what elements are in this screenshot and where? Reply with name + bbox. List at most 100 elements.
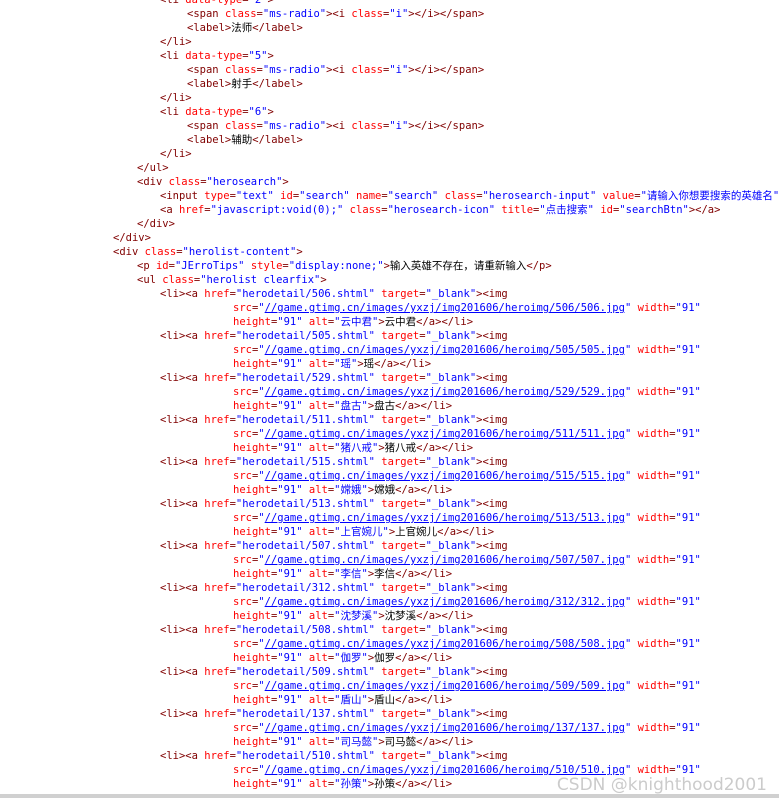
attr-name-token: width xyxy=(637,680,670,692)
attr-value-token: "herodetail/513.shtml" xyxy=(235,498,382,510)
attr-value-token: "91" xyxy=(675,680,701,692)
attr-value-token: "herolist-content" xyxy=(182,246,297,258)
text-token: 云中君 xyxy=(384,316,417,328)
source-line: <label>法师</label> xyxy=(0,21,779,35)
attr-name-token: data-type xyxy=(185,50,243,62)
attr-value-token: "searchBtn" xyxy=(619,204,689,216)
text-token: 嫦娥 xyxy=(374,484,396,496)
attr-name-token: href xyxy=(204,666,230,678)
attr-value-token: "herodetail/507.shtml" xyxy=(235,540,382,552)
attr-name-token: href xyxy=(204,414,230,426)
link-token[interactable]: //game.gtimg.cn/images/yxzj/img201606/he… xyxy=(265,638,625,650)
attr-value-token: " xyxy=(624,596,638,608)
attr-value-token: "孙策" xyxy=(334,778,368,790)
attr-name-token: id xyxy=(600,204,613,216)
attr-value-token: "91" xyxy=(277,568,309,580)
tag-token: <li><a xyxy=(160,666,205,678)
text-token: 李信 xyxy=(374,568,396,580)
attr-value-token: "_blank" xyxy=(425,456,477,468)
tag-token: <li><a xyxy=(160,414,205,426)
attr-value-token: "请输入你想要搜索的英雄名" xyxy=(640,190,779,202)
link-token[interactable]: //game.gtimg.cn/images/yxzj/img201606/he… xyxy=(265,302,625,314)
link-token[interactable]: //game.gtimg.cn/images/yxzj/img201606/he… xyxy=(265,680,625,692)
tag-token: <li><a xyxy=(160,582,205,594)
attr-value-token: "i" xyxy=(389,64,409,76)
tag-token: <span xyxy=(187,64,225,76)
link-token[interactable]: //game.gtimg.cn/images/yxzj/img201606/he… xyxy=(265,554,625,566)
attr-value-token: "JErroTips" xyxy=(174,260,251,272)
attr-name-token: href xyxy=(204,330,230,342)
link-token[interactable]: //game.gtimg.cn/images/yxzj/img201606/he… xyxy=(265,344,625,356)
source-line: <li><a href="herodetail/511.shtml" targe… xyxy=(0,413,779,427)
attr-value-token: "91" xyxy=(277,736,309,748)
source-line: <label>辅助</label> xyxy=(0,133,779,147)
attr-name-token: alt xyxy=(308,316,328,328)
attr-value-token: "search" xyxy=(387,190,445,202)
tag-token: <li><a xyxy=(160,288,205,300)
tag-token: </li> xyxy=(160,36,192,48)
attr-name-token: width xyxy=(637,596,670,608)
link-token[interactable]: //game.gtimg.cn/images/yxzj/img201606/he… xyxy=(265,428,625,440)
text-token: 孙策 xyxy=(374,778,396,790)
source-line: height="91" alt="猪八戒">猪八戒</a></li> xyxy=(0,441,779,455)
attr-name-token: src xyxy=(233,512,252,524)
tag-token: > xyxy=(267,50,274,62)
tag-token: > xyxy=(267,106,274,118)
source-line: src="//game.gtimg.cn/images/yxzj/img2016… xyxy=(0,343,779,357)
attr-name-token: class xyxy=(162,274,194,286)
attr-name-token: target xyxy=(381,330,420,342)
attr-name-token: href xyxy=(178,204,205,216)
attr-name-token: href xyxy=(204,288,230,300)
tag-token: </a></li> xyxy=(395,400,453,412)
link-token[interactable]: //game.gtimg.cn/images/yxzj/img201606/he… xyxy=(265,386,625,398)
link-token[interactable]: //game.gtimg.cn/images/yxzj/img201606/he… xyxy=(265,470,625,482)
attr-name-token: alt xyxy=(308,484,328,496)
source-line: <li><a href="herodetail/509.shtml" targe… xyxy=(0,665,779,679)
attr-value-token: "91" xyxy=(277,610,309,622)
attr-value-token: "herosearch-icon" xyxy=(387,204,502,216)
link-token[interactable]: //game.gtimg.cn/images/yxzj/img201606/he… xyxy=(265,764,625,776)
attr-name-token: alt xyxy=(308,610,328,622)
tag-token: </li> xyxy=(160,92,192,104)
attr-value-token: "ms-radio" xyxy=(262,64,327,76)
attr-value-token: "91" xyxy=(675,428,701,440)
tag-token: </a></li> xyxy=(374,358,432,370)
tag-token: ></i></span> xyxy=(408,64,485,76)
attr-value-token: "沈梦溪" xyxy=(334,610,379,622)
source-line: height="91" alt="云中君">云中君</a></li> xyxy=(0,315,779,329)
tag-token: ><img xyxy=(476,414,508,426)
link-token[interactable]: //game.gtimg.cn/images/yxzj/img201606/he… xyxy=(265,722,625,734)
source-line: src="//game.gtimg.cn/images/yxzj/img2016… xyxy=(0,637,779,651)
attr-value-token: "上官婉儿" xyxy=(334,526,389,538)
source-line: src="//game.gtimg.cn/images/yxzj/img2016… xyxy=(0,721,779,735)
link-token[interactable]: //game.gtimg.cn/images/yxzj/img201606/he… xyxy=(265,596,625,608)
tag-token: <div xyxy=(113,246,145,258)
link-token[interactable]: //game.gtimg.cn/images/yxzj/img201606/he… xyxy=(265,512,625,524)
attr-value-token: "herodetail/515.shtml" xyxy=(235,456,382,468)
tag-token: ><i xyxy=(326,120,352,132)
attr-name-token: height xyxy=(233,778,271,790)
attr-name-token: width xyxy=(637,428,670,440)
tag-token: </a></li> xyxy=(416,316,474,328)
attr-name-token: target xyxy=(381,288,420,300)
source-line: height="91" alt="嫦娥">嫦娥</a></li> xyxy=(0,483,779,497)
source-line: src="//game.gtimg.cn/images/yxzj/img2016… xyxy=(0,763,779,777)
tag-token: <p xyxy=(137,260,156,272)
attr-name-token: href xyxy=(204,624,230,636)
source-line: </li> xyxy=(0,91,779,105)
source-line: <p id="JErroTips" style="display:none;">… xyxy=(0,259,779,273)
tag-token: </a></li> xyxy=(416,736,474,748)
attr-value-token: "ms-radio" xyxy=(262,8,327,20)
horizontal-scrollbar[interactable] xyxy=(0,794,779,798)
source-line: <li><a href="herodetail/312.shtml" targe… xyxy=(0,581,779,595)
attr-value-token: "herodetail/510.shtml" xyxy=(235,750,382,762)
source-line: <span class="ms-radio"><i class="i"></i>… xyxy=(0,7,779,21)
attr-name-token: class xyxy=(224,8,257,20)
source-line: src="//game.gtimg.cn/images/yxzj/img2016… xyxy=(0,469,779,483)
tag-token: ><img xyxy=(476,372,508,384)
attr-name-token: id xyxy=(155,260,169,272)
tag-token: <label> xyxy=(187,134,232,146)
source-line: height="91" alt="上官婉儿">上官婉儿</a></li> xyxy=(0,525,779,539)
attr-name-token: alt xyxy=(308,652,328,664)
source-line: height="91" alt="李信">李信</a></li> xyxy=(0,567,779,581)
